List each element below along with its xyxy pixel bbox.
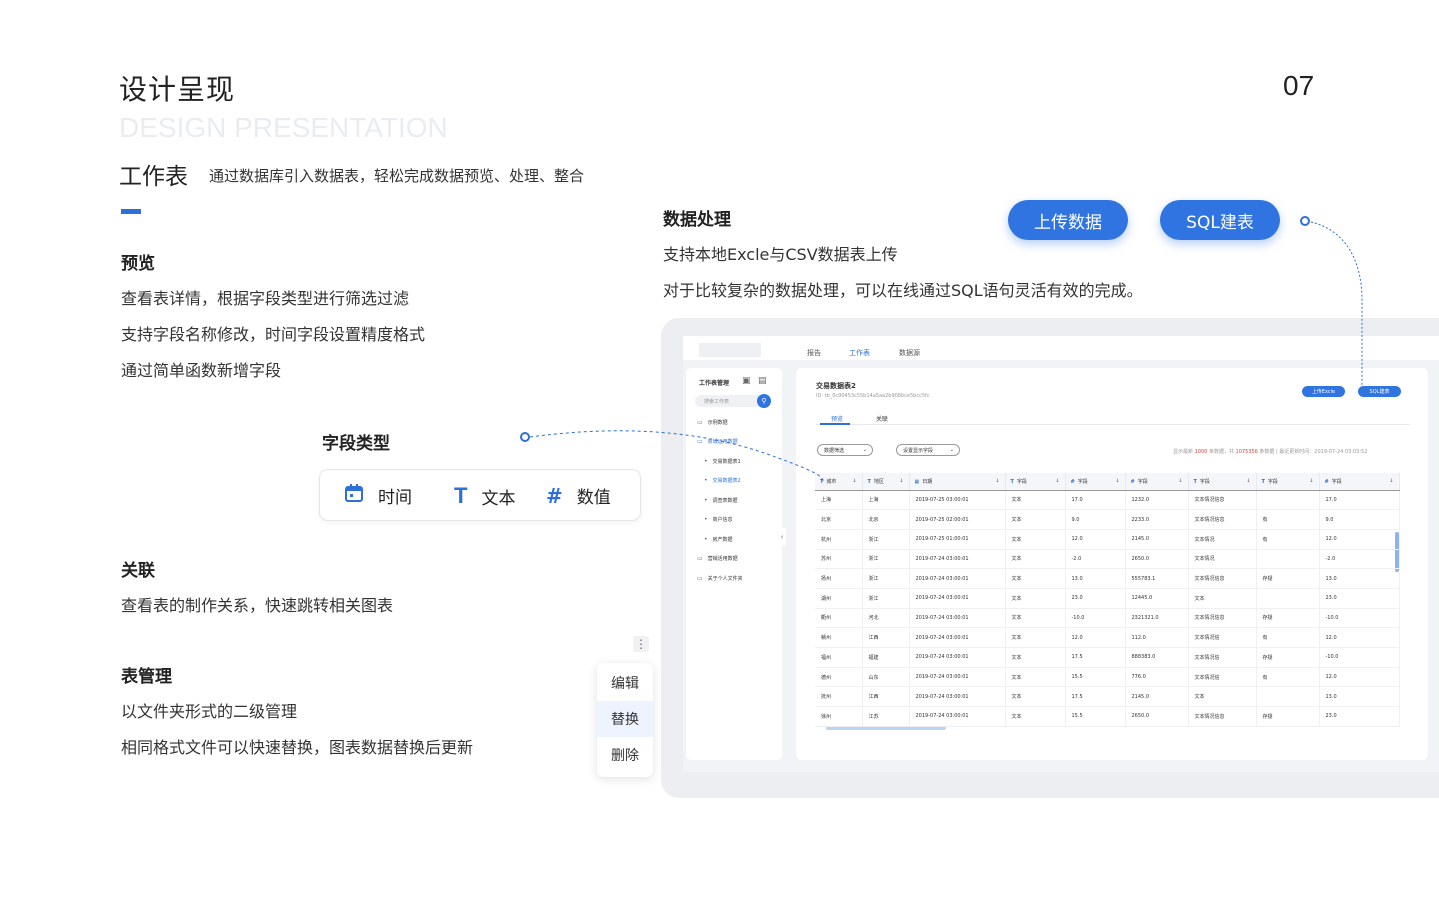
connector-lines <box>529 221 1363 483</box>
